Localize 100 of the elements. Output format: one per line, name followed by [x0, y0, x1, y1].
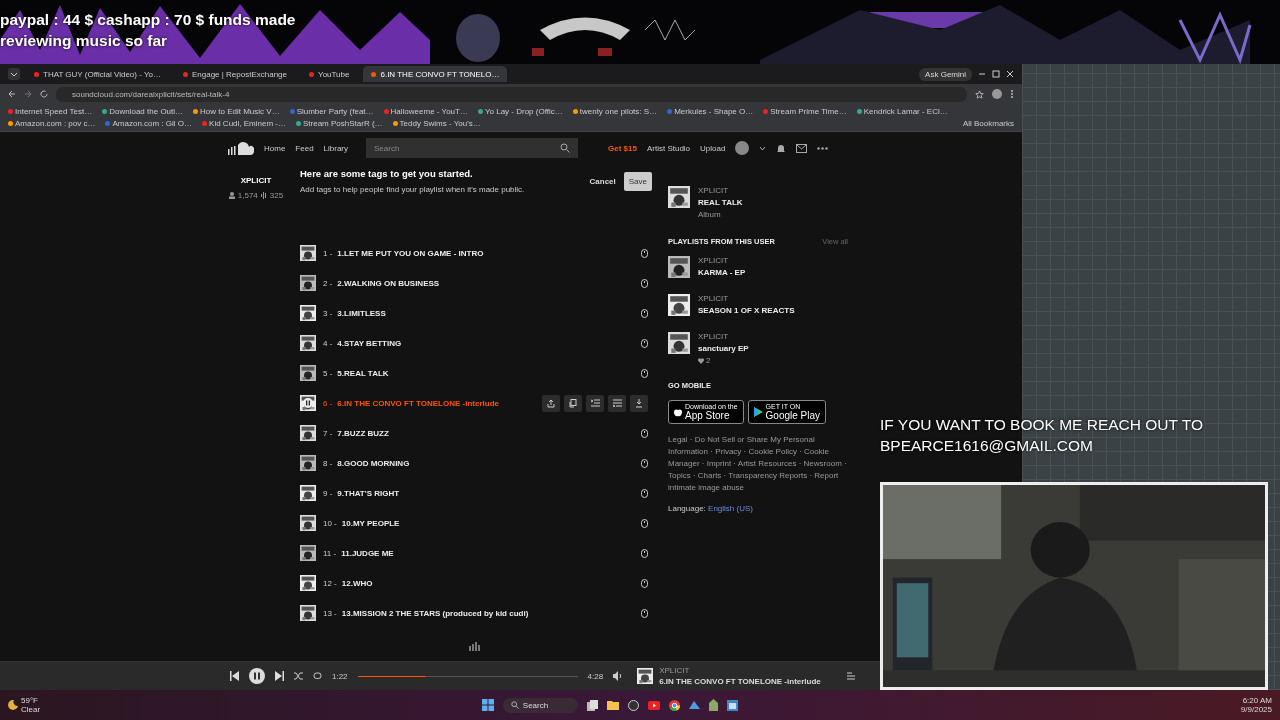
track-title[interactable]: 5.REAL TALK [337, 368, 389, 378]
bookmark[interactable]: Stream Prime Time… [763, 107, 847, 116]
cancel-button[interactable]: Cancel [587, 177, 618, 186]
shuffle-icon[interactable] [294, 672, 303, 680]
minimize-icon[interactable] [978, 70, 986, 78]
track-title[interactable]: 1.LET ME PUT YOU ON GAME - INTRO [337, 248, 484, 258]
mail-icon[interactable] [796, 143, 808, 153]
track-row[interactable]: 12 - 12.WHO [300, 568, 652, 598]
track-title[interactable]: 9.THAT'S RIGHT [337, 488, 400, 498]
language-link[interactable]: English (US) [708, 504, 753, 513]
pause-icon[interactable] [303, 398, 313, 408]
copy-button[interactable] [564, 394, 582, 412]
track-title[interactable]: 2.WALKING ON BUSINESS [337, 278, 440, 288]
bookmark[interactable]: Yo Lay - Drop (Offic… [477, 107, 563, 116]
start-icon[interactable] [481, 699, 494, 711]
track-row[interactable]: 7 - 7.BUZZ BUZZ [300, 418, 652, 448]
artist-name[interactable]: XPLICIT [698, 256, 746, 265]
caret-icon[interactable] [759, 145, 767, 151]
play-next-button[interactable] [586, 394, 604, 412]
track-row[interactable]: 5 - 5.REAL TALK [300, 358, 652, 388]
artist-name[interactable]: XPLICIT [659, 666, 821, 675]
cloud-logo-icon[interactable] [228, 141, 254, 155]
app-icon[interactable] [709, 699, 719, 711]
bookmark[interactable]: Kid Cudi, Eminem -… [202, 119, 286, 128]
add-to-queue-button[interactable] [608, 394, 626, 412]
video-app-icon[interactable] [648, 700, 661, 710]
track-row[interactable]: 2 - 2.WALKING ON BUSINESS [300, 268, 652, 298]
back-icon[interactable] [8, 90, 16, 98]
bookmark[interactable]: Merkules - Shape O… [667, 107, 754, 116]
nav-link[interactable]: Upload [700, 143, 726, 153]
reload-icon[interactable] [40, 90, 48, 98]
playlist-title[interactable]: SEASON 1 OF X REACTS [698, 306, 795, 315]
track-title[interactable]: 4.STAY BETTING [337, 338, 402, 348]
folder-icon[interactable] [607, 700, 620, 710]
queue-icon[interactable] [847, 672, 856, 680]
bookmark[interactable]: Halloweeme - YouT… [383, 107, 468, 116]
browser-tab[interactable]: THAT GUY (Official Video) - Yo… [26, 66, 169, 82]
nav-link[interactable]: Feed [295, 143, 314, 153]
next-icon[interactable] [275, 671, 284, 681]
artist-name[interactable]: XPLICIT [698, 186, 743, 195]
browser-tab[interactable]: Engage | RepostExchange [175, 66, 296, 82]
bookmark[interactable]: Kendrick Lamar - ECl… [856, 107, 948, 116]
album-title[interactable]: REAL TALK [698, 198, 743, 207]
track-row[interactable]: 13 - 13.MISSION 2 THE STARS (produced by kid cudi) [300, 598, 652, 628]
track-title[interactable]: 12.WHO [341, 578, 373, 588]
bookmark[interactable]: Stream PoshStarR (… [296, 119, 383, 128]
bookmark[interactable]: twenty one pilots: S… [572, 107, 658, 116]
star-icon[interactable] [975, 89, 984, 99]
save-button[interactable]: Save [623, 172, 652, 191]
task-view-icon[interactable] [587, 699, 599, 711]
track-row[interactable]: 11 - 11.JUDGE ME [300, 538, 652, 568]
more-icon[interactable] [817, 146, 829, 150]
nav-link[interactable]: Home [264, 143, 286, 153]
track-title[interactable]: 13.MISSION 2 THE STARS (produced by kid cudi) [341, 608, 529, 618]
forward-icon[interactable] [24, 90, 32, 98]
search-icon[interactable] [560, 143, 571, 153]
repeat-icon[interactable] [313, 672, 322, 680]
app-icon[interactable] [689, 699, 701, 711]
taskbar-search-field[interactable]: Search [502, 697, 579, 713]
bookmark[interactable]: Slumber Party (feat… [289, 107, 374, 116]
share-button[interactable] [542, 394, 560, 412]
promo-link[interactable]: Get $15 [608, 143, 637, 153]
profile-name[interactable]: XPLICIT [240, 176, 272, 185]
all-bookmarks-link[interactable]: All Bookmarks [962, 119, 1014, 128]
track-row[interactable]: 9 - 9.THAT'S RIGHT [300, 478, 652, 508]
address-field[interactable]: soundcloud.com/darealxplicit/sets/real-talk-4 [56, 86, 967, 102]
maximize-icon[interactable] [992, 70, 1000, 78]
bell-icon[interactable] [776, 142, 787, 154]
close-icon[interactable] [1006, 70, 1014, 78]
track-title[interactable]: 10.MY PEOPLE [341, 518, 400, 528]
footer-links[interactable]: Legal · Do Not Sell or Share My Personal Information · Privacy · Cookie Policy · Cookie Manager · Imprint · Artist Resources · Newsroom · Topics · Charts · Transparency Reports · Report intimate image abuse [668, 434, 848, 494]
track-title[interactable]: 8.GOOD MORNING [337, 458, 410, 468]
bookmark[interactable]: Teddy Swims - You's… [392, 119, 481, 128]
pause-icon[interactable] [249, 668, 265, 684]
previous-icon[interactable] [230, 671, 239, 681]
app-icon[interactable] [628, 699, 640, 711]
playlist-title[interactable]: KARMA - EP [698, 268, 746, 277]
track-title[interactable]: 6.IN THE CONVO FT TONELONE -interlude [659, 677, 821, 686]
bookmark[interactable]: Download the Outl… [102, 107, 184, 116]
track-title[interactable]: 11.JUDGE ME [341, 548, 394, 558]
nav-link[interactable]: Artist Studio [646, 143, 691, 153]
track-row[interactable]: 10 - 10.MY PEOPLE [300, 508, 652, 538]
tab-menu-icon[interactable] [8, 68, 20, 80]
track-row[interactable]: 4 - 4.STAY BETTING [300, 328, 652, 358]
bookmark[interactable]: Amazon.com : Gil O… [105, 119, 193, 128]
bookmark[interactable]: Internet Speed Test… [8, 107, 93, 116]
nav-link[interactable]: Library [323, 143, 349, 153]
bookmark[interactable]: How to Edit Music V… [193, 107, 280, 116]
browser-tab[interactable]: YouTube [301, 66, 358, 82]
app-icon[interactable] [727, 699, 739, 711]
track-row[interactable]: 8 - 8.GOOD MORNING [300, 448, 652, 478]
browser-tab[interactable]: 6.IN THE CONVO FT TONELO… [363, 66, 508, 82]
profile-icon[interactable] [992, 89, 1002, 99]
download-button[interactable] [630, 394, 648, 412]
volume-icon[interactable] [613, 671, 624, 681]
track-title[interactable]: 3.LIMITLESS [337, 308, 386, 318]
track-title[interactable]: 7.BUZZ BUZZ [337, 428, 389, 438]
track-row[interactable]: 3 - 3.LIMITLESS [300, 298, 652, 328]
gemini-button[interactable]: Ask Gemini [919, 67, 972, 81]
track-row[interactable]: 6 - 6.IN THE CONVO FT TONELONE -interlude [300, 388, 652, 418]
